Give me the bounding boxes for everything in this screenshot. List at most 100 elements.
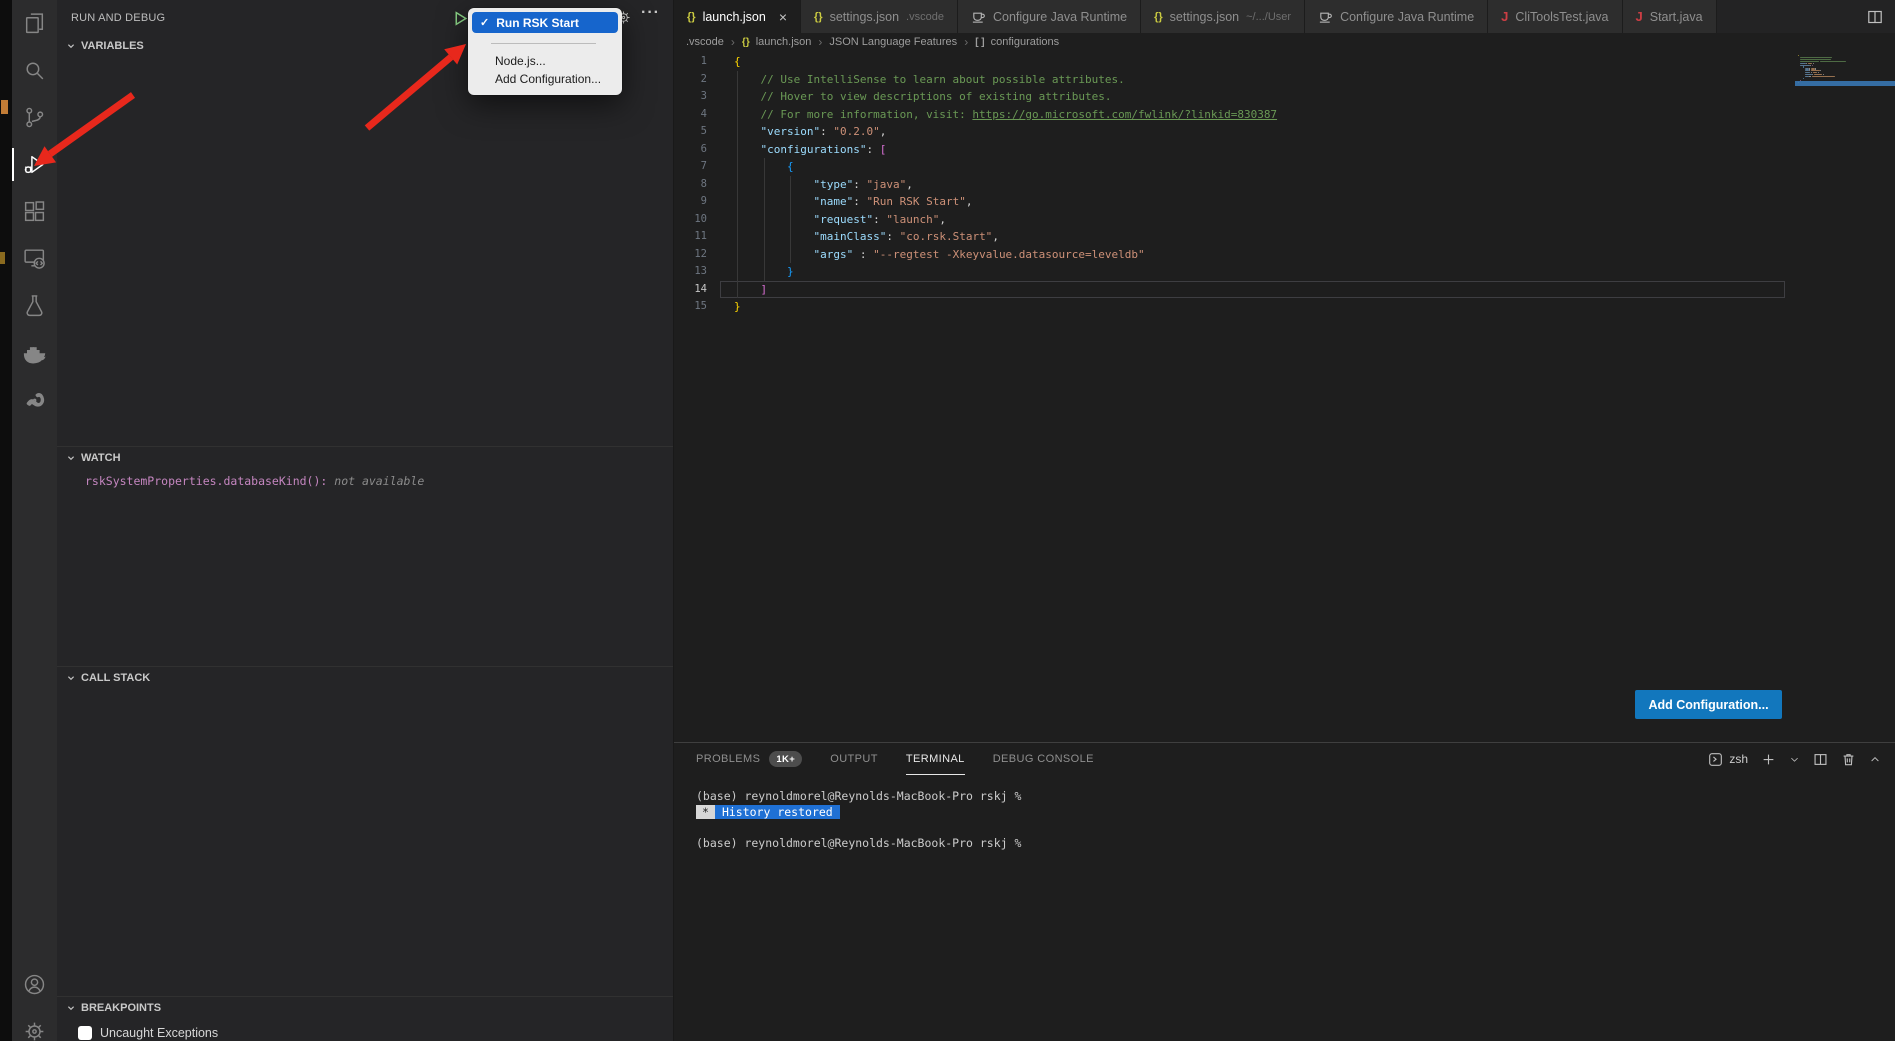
more-actions-button[interactable]: ··· [641,4,660,22]
indent-guide [737,246,738,264]
activity-bar-gradle[interactable] [12,376,57,423]
activity-bar-accounts[interactable] [12,961,57,1008]
activity-bar-explorer[interactable] [12,0,57,47]
new-terminal-icon[interactable] [1761,752,1776,767]
activity-bar-extensions[interactable] [12,188,57,235]
breadcrumb-item[interactable]: configurations [991,36,1060,48]
run-and-debug-sidebar: RUN AND DEBUG ··· VARIABLES WATCH rskSys… [57,0,674,1041]
uncaught-exceptions-checkbox[interactable] [78,1026,92,1040]
tab-detail: ~/.../User [1246,11,1291,23]
code-line-9[interactable]: 9 "name": "Run RSK Start", [674,193,1895,211]
line-number[interactable]: 1 [674,53,707,71]
indent-guide [737,88,738,106]
line-number[interactable]: 2 [674,71,707,89]
line-number[interactable]: 13 [674,263,707,281]
java-file-icon: J [1501,9,1508,24]
code-line-5[interactable]: 5 "version": "0.2.0", [674,123,1895,141]
menu-item-add-configuration[interactable]: Add Configuration... [472,70,618,88]
breadcrumb-item[interactable]: JSON Language Features [829,36,957,48]
minimap-line [1800,59,1831,60]
activity-bar-search[interactable] [12,47,57,94]
indent-guide [737,176,738,194]
minimap-line [1800,61,1819,62]
panel-tab-output[interactable]: OUTPUT [830,743,878,775]
breakpoints-section-header[interactable]: BREAKPOINTS [57,997,673,1019]
code-line-12[interactable]: 12 "args" : "--regtest -Xkeyvalue.dataso… [674,246,1895,264]
terminal-output[interactable]: (base) reynoldmorel@Reynolds-MacBook-Pro… [696,789,1021,851]
breadcrumb-item[interactable]: .vscode [686,36,724,48]
code-line-8[interactable]: 8 "type": "java", [674,176,1895,194]
testing-icon [22,293,47,318]
close-icon[interactable]: × [779,10,787,24]
code-line-2[interactable]: 2 // Use IntelliSense to learn about pos… [674,71,1895,89]
activity-bar-source-control[interactable] [12,94,57,141]
minimap-line [1812,65,1813,66]
code-text: "configurations": [ [734,141,886,159]
tab-start-java[interactable]: JStart.java [1623,0,1717,33]
line-number[interactable]: 3 [674,88,707,106]
line-number[interactable]: 6 [674,141,707,159]
panel-tab-debug-console[interactable]: DEBUG CONSOLE [993,743,1094,775]
maximize-panel-icon[interactable] [1869,752,1881,767]
code-text: "type": "java", [734,176,913,194]
activity-bar-remote-explorer[interactable] [12,235,57,282]
add-configuration-button[interactable]: Add Configuration... [1635,690,1782,719]
launch-profile-icon[interactable] [1708,752,1723,767]
panel-tab-terminal[interactable]: TERMINAL [906,743,965,775]
menu-item-nodejs[interactable]: Node.js... [472,52,618,70]
tab-settings-json[interactable]: {}settings.json~/.../User [1141,0,1305,33]
line-number[interactable]: 8 [674,176,707,194]
kill-terminal-icon[interactable] [1841,752,1856,767]
line-number[interactable]: 11 [674,228,707,246]
indent-guide [737,193,738,211]
call-stack-section-header[interactable]: CALL STACK [57,667,673,689]
split-terminal-icon[interactable] [1813,752,1828,767]
panel-tab-problems[interactable]: PROBLEMS 1K+ [696,743,802,775]
chevron-down-icon [64,1001,78,1015]
line-number[interactable]: 14 [674,281,707,299]
watch-expression[interactable]: rskSystemProperties.databaseKind(): not … [57,474,673,488]
code-line-6[interactable]: 6 "configurations": [ [674,141,1895,159]
code-line-11[interactable]: 11 "mainClass": "co.rsk.Start", [674,228,1895,246]
code-editor[interactable]: 1{2 // Use IntelliSense to learn about p… [674,53,1895,316]
code-line-13[interactable]: 13 } [674,263,1895,281]
json-file-icon: {} [814,11,823,23]
code-line-15[interactable]: 15} [674,298,1895,316]
tab-configure-java-runtime[interactable]: Configure Java Runtime [958,0,1141,33]
code-line-7[interactable]: 7 { [674,158,1895,176]
code-line-10[interactable]: 10 "request": "launch", [674,211,1895,229]
line-number[interactable]: 5 [674,123,707,141]
java-runtime-cup-icon [1318,9,1333,24]
code-line-1[interactable]: 1{ [674,53,1895,71]
tab-clitoolstest-java[interactable]: JCliToolsTest.java [1488,0,1622,33]
start-debugging-button[interactable] [452,10,469,27]
code-line-14[interactable]: 14 ] [674,281,1895,299]
line-number[interactable]: 9 [674,193,707,211]
tab-settings-json[interactable]: {}settings.json.vscode [801,0,958,33]
activity-bar-docker[interactable] [12,329,57,376]
activity-bar-testing[interactable] [12,282,57,329]
line-number[interactable]: 4 [674,106,707,124]
code-line-4[interactable]: 4 // For more information, visit: https:… [674,106,1895,124]
line-number[interactable]: 7 [674,158,707,176]
terminal-dropdown-chevron-icon[interactable] [1789,752,1800,767]
breadcrumb-item[interactable]: launch.json [756,36,812,48]
minimap[interactable] [1795,55,1895,100]
tab-launch-json[interactable]: {}launch.json× [674,0,801,33]
watch-section-header[interactable]: WATCH [57,447,673,469]
activity-bar-settings[interactable] [12,1008,57,1041]
menu-item-run-rsk-start[interactable]: ✓ Run RSK Start [472,12,618,33]
indent-guide [790,176,791,194]
activity-bar-run-and-debug[interactable] [12,141,57,188]
line-number[interactable]: 10 [674,211,707,229]
settings-icon [22,1019,47,1041]
indent-guide [737,228,738,246]
line-number[interactable]: 12 [674,246,707,264]
minimap-current-line [1795,81,1895,86]
tab-label: settings.json [830,10,899,24]
run-and-debug-icon [22,152,47,177]
tab-configure-java-runtime[interactable]: Configure Java Runtime [1305,0,1488,33]
code-line-3[interactable]: 3 // Hover to view descriptions of exist… [674,88,1895,106]
line-number[interactable]: 15 [674,298,707,316]
split-editor-button[interactable] [1855,0,1895,33]
